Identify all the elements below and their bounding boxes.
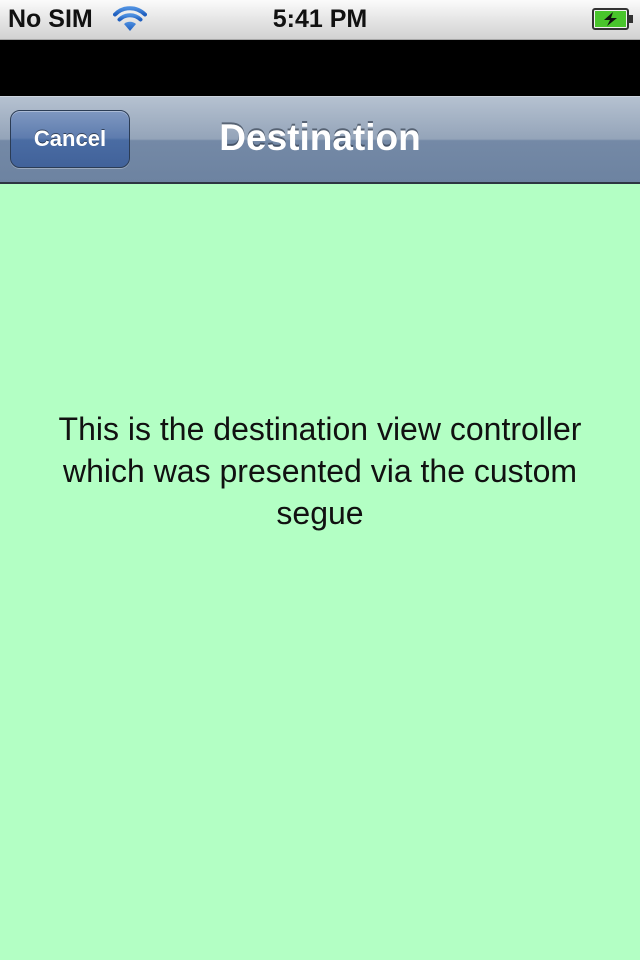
navigation-bar: Destination Cancel [0, 96, 640, 184]
status-bar: No SIM 5:41 PM [0, 0, 640, 40]
battery-charging-icon [592, 8, 634, 30]
phone-screen: No SIM 5:41 PM Destination Cancel This i… [0, 0, 640, 960]
message-text: This is the destination view controller … [58, 411, 582, 531]
content-view: This is the destination view controller … [0, 184, 640, 960]
cancel-button[interactable]: Cancel [10, 110, 130, 168]
black-band [0, 40, 640, 96]
clock: 5:41 PM [272, 5, 368, 33]
